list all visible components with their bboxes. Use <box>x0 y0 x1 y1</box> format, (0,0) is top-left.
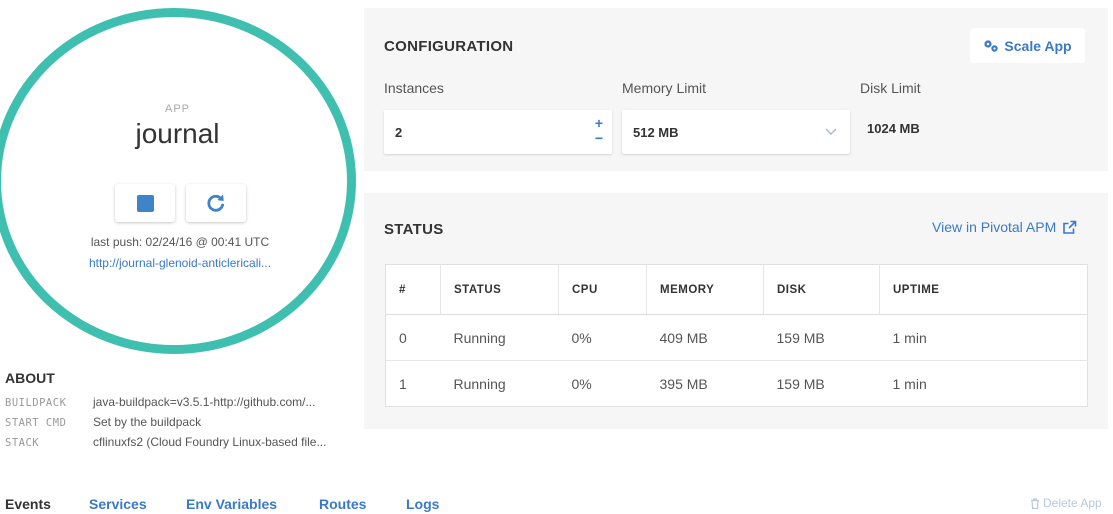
view-in-apm-link[interactable]: View in Pivotal APM <box>932 219 1077 235</box>
instances-input[interactable]: 2 + − <box>384 110 612 154</box>
about-value: java-buildpack=v3.5.1-http://github.com/… <box>93 395 316 409</box>
tab-services[interactable]: Services <box>89 496 147 512</box>
column-header: STATUS <box>440 264 559 315</box>
tab-env-variables[interactable]: Env Variables <box>186 496 277 512</box>
table-cell: 395 MB <box>659 375 708 392</box>
column-header: CPU <box>558 264 647 315</box>
table-cell: 0% <box>571 375 592 392</box>
table-cell: 409 MB <box>646 314 764 361</box>
app-status-circle <box>0 8 356 354</box>
instances-stepper[interactable]: + − <box>595 116 603 146</box>
table-cell: 159 MB <box>776 375 825 392</box>
app-name: journal <box>135 118 220 149</box>
delete-app-label: Delete App <box>1043 496 1102 510</box>
table-row: 0 Running 0% 409 MB 159 MB 1 min <box>385 314 1088 361</box>
table-cell: Running <box>440 314 559 361</box>
memory-limit-value: 512 MB <box>633 124 679 140</box>
tab-events[interactable]: Events <box>5 496 51 512</box>
about-value: Set by the buildpack <box>93 415 202 429</box>
status-heading: STATUS <box>384 221 444 238</box>
scale-icon <box>984 39 999 52</box>
app-label: APP <box>164 103 190 115</box>
instances-value: 2 <box>395 124 403 140</box>
status-table: # STATUS CPU MEMORY DISK UPTIME 0 Runnin… <box>385 264 1088 407</box>
restart-icon <box>207 194 224 212</box>
table-row: 1 Running 0% 395 MB 159 MB 1 min <box>386 361 1088 407</box>
delete-app-button[interactable]: Delete App <box>1030 496 1102 510</box>
table-header-row: # STATUS CPU MEMORY DISK UPTIME <box>385 264 1088 315</box>
scale-app-button[interactable]: Scale App <box>970 28 1085 63</box>
configuration-heading: CONFIGURATION <box>384 38 514 55</box>
memory-limit-label: Memory Limit <box>622 80 707 96</box>
tab-routes[interactable]: Routes <box>319 496 366 512</box>
table-cell: 0 <box>385 314 441 361</box>
about-row-buildpack: BUILDPACK java-buildpack=v3.5.1-http://gi… <box>5 395 315 409</box>
about-heading: ABOUT <box>5 370 55 386</box>
apm-link-label: View in Pivotal APM <box>932 219 1057 235</box>
restart-button[interactable] <box>186 184 246 222</box>
about-key: STACK <box>5 437 40 449</box>
table-cell: Running <box>453 375 506 392</box>
table-cell: 159 MB <box>763 314 880 361</box>
table-cell: 1 min <box>892 375 927 392</box>
trash-icon <box>1031 497 1039 509</box>
table-cell: 1 min <box>879 314 1088 361</box>
table-cell: 0% <box>558 314 647 361</box>
external-link-icon <box>1063 220 1077 234</box>
scale-app-label: Scale App <box>1004 37 1072 54</box>
instances-label: Instances <box>384 80 444 96</box>
column-header: # <box>385 264 441 315</box>
app-url-link[interactable]: http://journal-glenoid-anticlericali... <box>0 256 360 270</box>
column-header: MEMORY <box>646 264 764 315</box>
about-row-stack: STACK cflinuxfs2 (Cloud Foundry Linux-bas… <box>5 435 326 449</box>
stop-button[interactable] <box>115 184 175 222</box>
about-key: BUILDPACK <box>5 397 67 409</box>
decrement-icon[interactable]: − <box>595 131 603 146</box>
about-row-start-cmd: START CMD Set by the buildpack <box>5 415 201 429</box>
memory-limit-select[interactable]: 512 MB <box>622 110 850 154</box>
increment-icon[interactable]: + <box>595 116 603 131</box>
disk-limit-value: 1024 MB <box>867 121 920 136</box>
column-header: UPTIME <box>879 264 1088 315</box>
about-key: START CMD <box>5 417 67 429</box>
about-value: cflinuxfs2 (Cloud Foundry Linux-based fi… <box>93 435 327 449</box>
table-cell: 1 <box>399 375 407 392</box>
last-push-text: last push: 02/24/16 @ 00:41 UTC <box>90 235 270 249</box>
chevron-down-icon <box>825 128 837 135</box>
column-header: DISK <box>763 264 880 315</box>
tab-logs[interactable]: Logs <box>406 496 439 512</box>
disk-limit-label: Disk Limit <box>860 80 921 96</box>
stop-icon <box>136 194 154 212</box>
